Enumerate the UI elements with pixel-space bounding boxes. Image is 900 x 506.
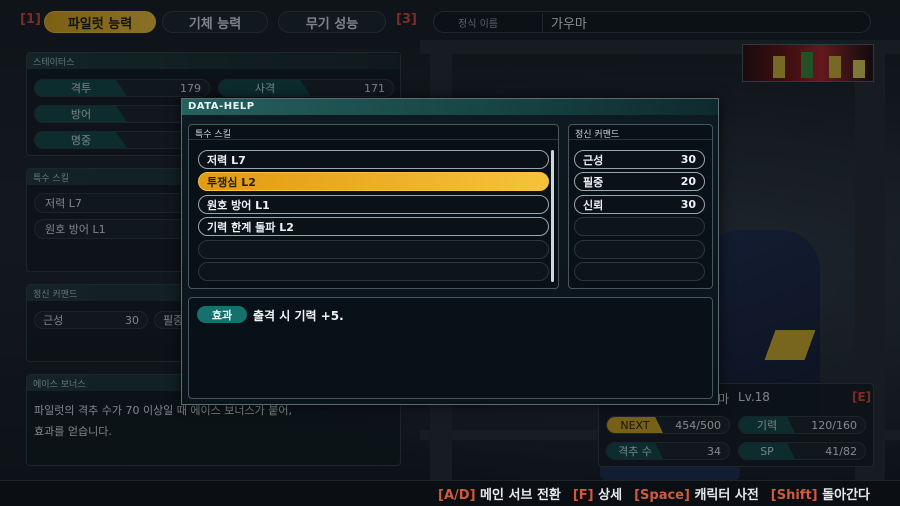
modal-skill-item[interactable]: 저력 L7 [198,150,549,169]
help-item[interactable]: [A/D] 메인 서브 전환 [438,484,561,503]
controls-help-bar: [A/D] 메인 서브 전환 [F] 상세 [Space] 캐릭터 사전 [Sh… [0,480,900,506]
skill-scrollbar-thumb[interactable] [551,150,554,282]
modal-skill-item-empty [198,262,549,281]
modal-skill-item-empty [198,240,549,259]
modal-spirit-item[interactable]: 신뢰 30 [574,195,705,214]
help-action: 캐릭터 사전 [694,488,759,503]
help-item[interactable]: [F] 상세 [573,484,622,503]
modal-spirit-header: 정신 커맨드 [569,125,712,140]
help-action: 돌아간다 [822,488,870,503]
spirit-cost: 20 [680,175,696,188]
modal-spirit-item-empty [574,217,705,236]
help-key: [A/D] [438,488,476,503]
spirit-name: 신뢰 [583,198,604,212]
spirit-name: 근성 [583,153,604,167]
modal-skill-item[interactable]: 기력 한계 돌파 L2 [198,217,549,236]
game-screen: [1] 파일럿 능력 기체 능력 무기 성능 [3] 정식 이름 가우마 스테이… [0,0,900,506]
spirit-cost: 30 [680,153,696,166]
data-help-modal: DATA-HELP 특수 스킬 저력 L7 투쟁심 L2 원호 방어 L1 기력… [181,98,719,405]
help-key: [F] [572,488,594,503]
modal-spirit-item-empty [574,240,705,259]
skill-scrollbar[interactable] [551,150,554,282]
help-key: [Space] [634,488,690,503]
help-key: [Shift] [770,488,818,503]
help-item[interactable]: [Space] 캐릭터 사전 [634,484,759,503]
modal-skill-item-selected[interactable]: 투쟁심 L2 [198,172,549,191]
effect-badge: 효과 [197,306,247,323]
effect-text: 출격 시 기력 +5. [253,309,344,323]
modal-skill-header: 특수 스킬 [189,125,558,140]
modal-spirit-item[interactable]: 필중 20 [574,172,705,191]
help-action: 메인 서브 전환 [480,488,561,503]
modal-skill-item[interactable]: 원호 방어 L1 [198,195,549,214]
modal-spirit-item[interactable]: 근성 30 [574,150,705,169]
spirit-name: 필중 [583,175,604,189]
help-action: 상세 [598,488,623,503]
modal-spirit-item-empty [574,262,705,281]
modal-title: DATA-HELP [182,99,718,115]
spirit-cost: 30 [680,198,696,211]
modal-effect-panel: 효과 출격 시 기력 +5. [188,297,713,399]
help-item[interactable]: [Shift] 돌아간다 [771,484,870,503]
